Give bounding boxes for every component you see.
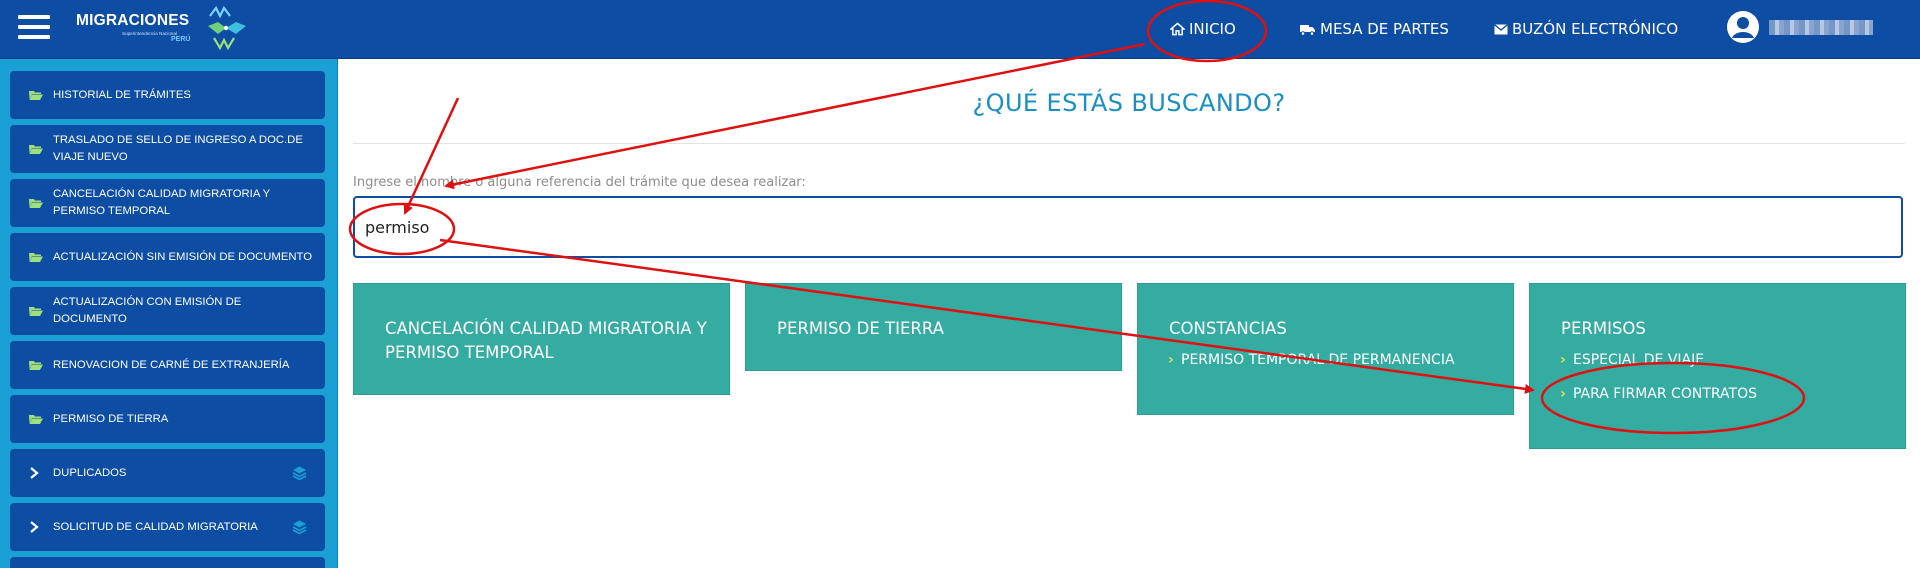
card-title: PERMISOS: [1561, 319, 1646, 338]
sidebar-item-label: PERMISO DE TIERRA: [53, 412, 169, 425]
user-menu[interactable]: [1726, 10, 1873, 44]
chevron-right-icon: ›: [1560, 386, 1566, 402]
logo-country: PERÚ: [171, 36, 191, 43]
card-title: PERMISO DE TIERRA: [777, 319, 944, 338]
sidebar-item-traslado-sello[interactable]: TRASLADO DE SELLO DE INGRESO A DOC.DE VI…: [10, 125, 325, 173]
logo-mark-icon: [208, 5, 246, 51]
nav-inicio-label: INICIO: [1189, 20, 1236, 38]
card-link-label: ESPECIAL DE VIAJE: [1573, 352, 1705, 368]
sidebar-item-actualizacion-con-emision[interactable]: ACTUALIZACIÓN CON EMISIÓN DE DOCUMENTO: [10, 287, 325, 335]
top-navbar: MIGRACIONES Superintendencia Nacional PE…: [0, 0, 1920, 59]
sidebar-item-actualizacion-sin-emision[interactable]: ACTUALIZACIÓN SIN EMISIÓN DE DOCUMENTO: [10, 233, 325, 281]
search-help-text: Ingrese el nombre o alguna referencia de…: [353, 175, 806, 190]
result-card-constancias[interactable]: CONSTANCIAS › PERMISO TEMPORAL DE PERMAN…: [1137, 283, 1514, 415]
card-title: CANCELACIÓN CALIDAD MIGRATORIA Y PERMISO…: [385, 319, 707, 362]
folder-open-icon: [29, 415, 43, 424]
sidebar-item-label: TRASLADO DE SELLO DE INGRESO A DOC.DE VI…: [53, 134, 303, 163]
nav-mesa-label: MESA DE PARTES: [1320, 20, 1449, 38]
sidebar: HISTORIAL DE TRÁMITES TRASLADO DE SELLO …: [0, 59, 338, 568]
home-icon: [1170, 22, 1185, 36]
sidebar-item-renovacion-carne[interactable]: RENOVACION DE CARNÉ DE EXTRANJERÍA: [10, 341, 325, 389]
user-avatar-icon: [1727, 11, 1759, 43]
chevron-right-icon: [30, 467, 39, 479]
divider: [353, 143, 1905, 144]
hamburger-menu-icon[interactable]: [14, 11, 54, 47]
nav-inicio[interactable]: INICIO: [1170, 0, 1236, 58]
sidebar-item-label: SOLICITUD DE CALIDAD MIGRATORIA: [53, 520, 258, 533]
truck-icon: [1300, 24, 1315, 36]
sidebar-item-label: HISTORIAL DE TRÁMITES: [53, 88, 191, 101]
card-link-especial-viaje[interactable]: › ESPECIAL DE VIAJE: [1560, 352, 1705, 368]
logo-subtitle: Superintendencia Nacional: [122, 31, 177, 36]
chevron-right-icon: [30, 521, 39, 533]
migraciones-logo[interactable]: MIGRACIONES Superintendencia Nacional PE…: [76, 4, 252, 52]
card-link-permiso-temporal[interactable]: › PERMISO TEMPORAL DE PERMANENCIA: [1168, 352, 1455, 368]
folder-open-icon: [29, 361, 43, 370]
result-card-cancelacion[interactable]: CANCELACIÓN CALIDAD MIGRATORIA Y PERMISO…: [353, 283, 730, 395]
sidebar-item-label: DUPLICADOS: [53, 466, 127, 479]
folder-open-icon: [29, 91, 43, 100]
card-link-label: PERMISO TEMPORAL DE PERMANENCIA: [1181, 352, 1455, 368]
sidebar-item-partial[interactable]: [10, 557, 325, 568]
layers-icon: [292, 520, 307, 535]
sidebar-item-duplicados[interactable]: DUPLICADOS: [10, 449, 325, 497]
envelope-icon: [1494, 23, 1508, 34]
layers-icon: [292, 466, 307, 481]
sidebar-item-cancelacion-calidad[interactable]: CANCELACIÓN CALIDAD MIGRATORIA Y PERMISO…: [10, 179, 325, 227]
sidebar-item-permiso-de-tierra[interactable]: PERMISO DE TIERRA: [10, 395, 325, 443]
app-root: MIGRACIONES Superintendencia Nacional PE…: [0, 0, 1920, 568]
user-name-redacted: [1769, 19, 1873, 35]
folder-open-icon: [29, 307, 43, 316]
logo-title: MIGRACIONES: [76, 12, 190, 29]
result-card-permiso-tierra[interactable]: PERMISO DE TIERRA: [745, 283, 1122, 371]
nav-mesa-de-partes[interactable]: MESA DE PARTES: [1299, 0, 1449, 58]
folder-open-icon: [29, 145, 43, 154]
page-title: ¿QUÉ ESTÁS BUSCANDO?: [972, 89, 1286, 117]
sidebar-item-label: CANCELACIÓN CALIDAD MIGRATORIA Y PERMISO…: [53, 188, 270, 217]
chevron-right-icon: ›: [1560, 352, 1566, 368]
main-content: ¿QUÉ ESTÁS BUSCANDO? Ingrese el nombre o…: [338, 59, 1920, 568]
sidebar-item-historial-tramites[interactable]: HISTORIAL DE TRÁMITES: [10, 71, 325, 119]
card-link-firmar-contratos[interactable]: › PARA FIRMAR CONTRATOS: [1560, 386, 1757, 402]
sidebar-item-label: RENOVACION DE CARNÉ DE EXTRANJERÍA: [53, 358, 290, 371]
search-input[interactable]: [353, 196, 1903, 258]
nav-buzon-electronico[interactable]: BUZÓN ELECTRÓNICO: [1494, 0, 1678, 58]
sidebar-item-solicitud-calidad[interactable]: SOLICITUD DE CALIDAD MIGRATORIA: [10, 503, 325, 551]
result-card-permisos[interactable]: PERMISOS › ESPECIAL DE VIAJE › PARA FIRM…: [1529, 283, 1906, 449]
folder-open-icon: [29, 253, 43, 262]
nav-buzon-label: BUZÓN ELECTRÓNICO: [1512, 20, 1679, 38]
sidebar-item-label: ACTUALIZACIÓN CON EMISIÓN DE DOCUMENTO: [53, 296, 242, 325]
chevron-right-icon: ›: [1168, 352, 1174, 368]
card-title: CONSTANCIAS: [1169, 319, 1287, 338]
card-link-label: PARA FIRMAR CONTRATOS: [1573, 386, 1757, 402]
folder-open-icon: [29, 199, 43, 208]
sidebar-item-label: ACTUALIZACIÓN SIN EMISIÓN DE DOCUMENTO: [53, 250, 313, 263]
